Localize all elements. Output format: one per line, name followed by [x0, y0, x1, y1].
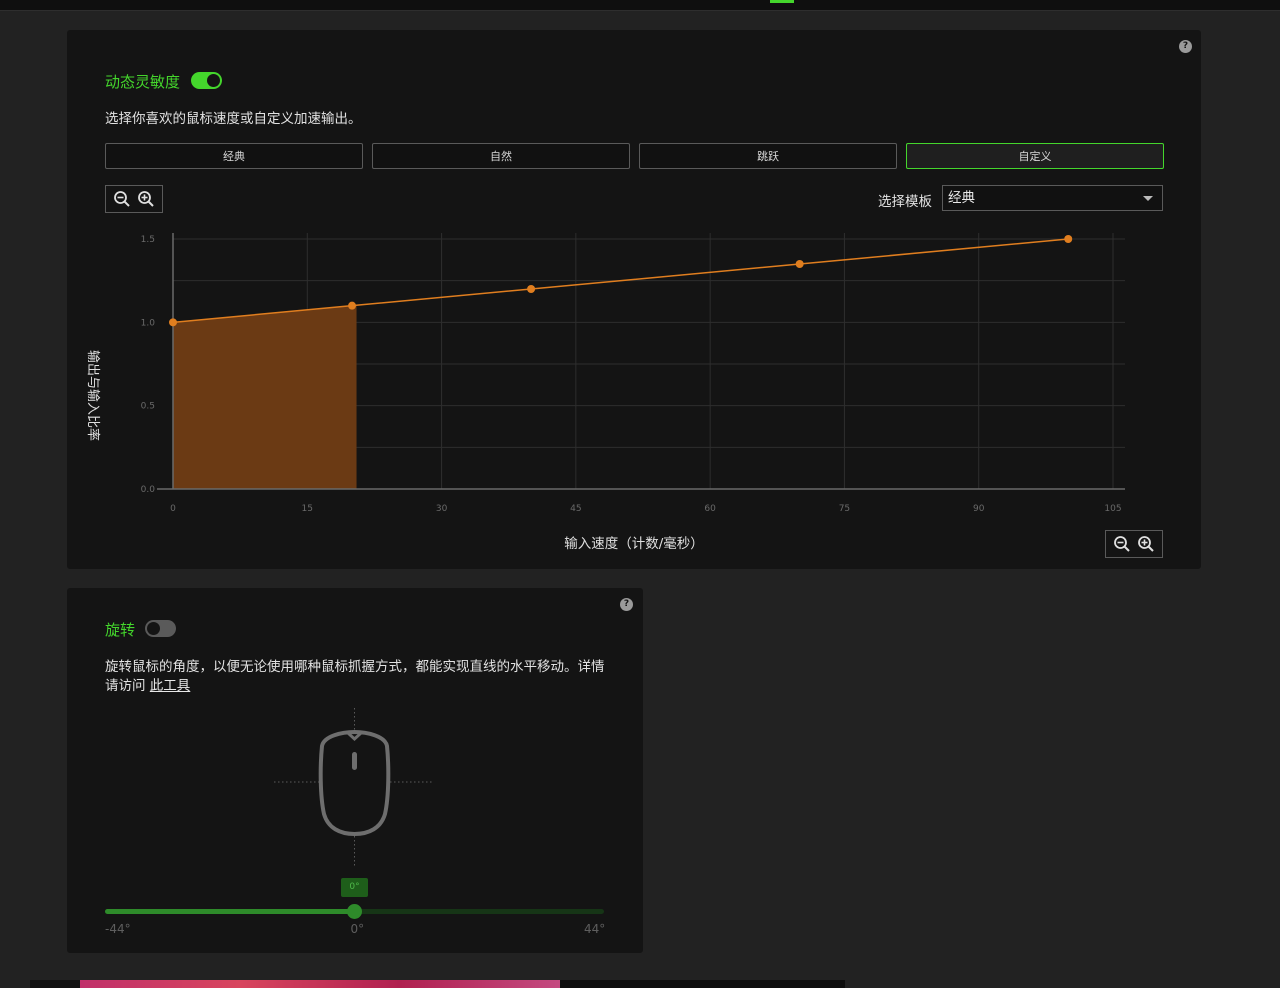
y-tick-label: 1.5: [141, 235, 155, 245]
x-tick-label: 75: [839, 504, 850, 514]
preset-classic-button[interactable]: 经典: [105, 143, 363, 169]
zoom-out-icon[interactable]: [1113, 535, 1131, 553]
x-tick-label: 0: [170, 504, 176, 514]
sensitivity-title: 动态灵敏度: [105, 73, 181, 91]
chart-x-axis-label: 输入速度（计数/毫秒）: [564, 536, 704, 552]
preset-natural-button[interactable]: 自然: [372, 143, 630, 169]
slider-value-bubble: 0°: [341, 878, 368, 897]
background-strip: [30, 980, 80, 988]
top-bar: [0, 0, 1280, 11]
data-point: [348, 301, 357, 310]
background-strip: [80, 980, 560, 988]
background-strip: [560, 980, 845, 988]
slider-min-label: -44°: [105, 922, 131, 936]
preset-jump-button[interactable]: 跳跃: [639, 143, 897, 169]
slider-current-label: 0°: [350, 922, 365, 936]
zoom-out-icon[interactable]: [113, 190, 131, 208]
chart-y-axis-label: 输出与输入比率: [85, 350, 100, 442]
help-icon[interactable]: ?: [1179, 40, 1192, 53]
rotation-toggle[interactable]: [145, 620, 176, 637]
y-tick-label: 1.0: [141, 318, 156, 328]
toggle-knob: [147, 622, 160, 635]
data-point: [795, 260, 804, 268]
chart-highlight-area: [173, 305, 357, 489]
template-label: 选择模板: [878, 194, 932, 210]
sensitivity-toggle[interactable]: [191, 72, 222, 89]
template-select[interactable]: 经典: [942, 185, 1163, 211]
sensitivity-description: 选择你喜欢的鼠标速度或自定义加速输出。: [105, 111, 362, 127]
x-tick-label: 15: [302, 504, 313, 514]
zoom-in-icon[interactable]: [1137, 535, 1155, 553]
rotation-card: ? 旋转 旋转鼠标的角度，以便无论使用哪种鼠标抓握方式，都能实现直线的水平移动。…: [67, 588, 643, 953]
y-tick-label: 0.0: [141, 485, 156, 495]
template-select-value: 经典: [948, 190, 975, 206]
rotation-slider-thumb[interactable]: [347, 904, 362, 919]
data-point: [169, 318, 177, 327]
data-point: [527, 285, 536, 293]
rotation-slider-fill: [105, 909, 355, 914]
active-tab-indicator: [770, 0, 794, 3]
y-tick-label: 0.5: [141, 402, 155, 412]
x-tick-label: 60: [704, 504, 716, 514]
rotation-title: 旋转: [105, 621, 136, 639]
mouse-rotation-icon: [274, 708, 434, 868]
toggle-knob: [207, 74, 220, 87]
x-tick-label: 30: [436, 504, 448, 514]
sensitivity-card: ? 动态灵敏度 选择你喜欢的鼠标速度或自定义加速输出。 经典 自然 跳跃 自定义…: [67, 30, 1201, 569]
chart-zoom-controls-top: [105, 185, 163, 213]
zoom-in-icon[interactable]: [137, 190, 155, 208]
x-tick-label: 90: [973, 504, 985, 514]
tool-link[interactable]: 此工具: [150, 678, 191, 694]
x-tick-label: 45: [570, 504, 581, 514]
acceleration-chart[interactable]: 0.0 0.5 1.0 1.5 0 15 30 45 60 75 90 105: [97, 225, 1197, 525]
x-tick-label: 105: [1104, 504, 1121, 514]
chevron-down-icon: [1143, 196, 1153, 201]
slider-max-label: 44°: [584, 922, 606, 936]
rotation-description: 旋转鼠标的角度，以便无论使用哪种鼠标抓握方式，都能实现直线的水平移动。详情请访问…: [105, 658, 610, 696]
preset-custom-button[interactable]: 自定义: [906, 143, 1164, 169]
help-icon[interactable]: ?: [620, 598, 633, 611]
data-point: [1064, 235, 1073, 243]
chart-zoom-controls-bottom: [1105, 530, 1163, 558]
